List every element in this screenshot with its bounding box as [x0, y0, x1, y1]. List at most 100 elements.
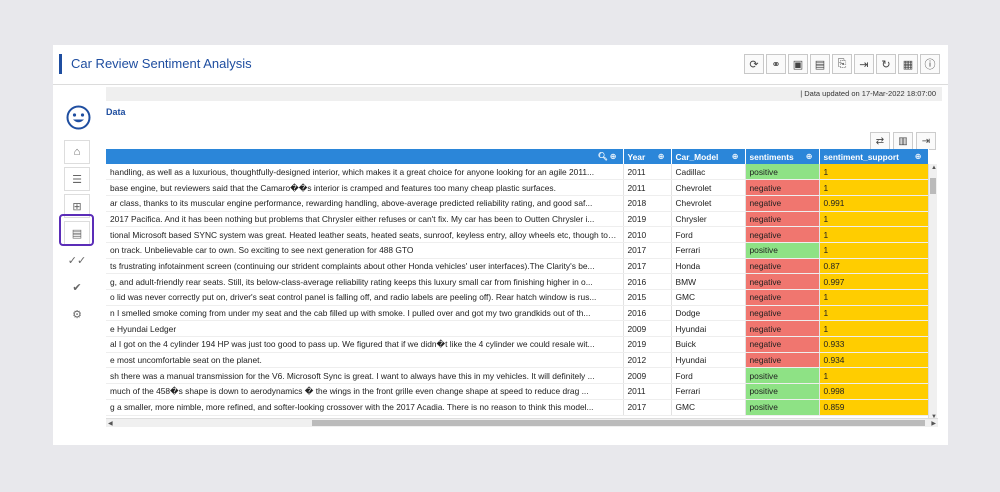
- car-model-cell: GMC: [671, 399, 746, 416]
- table-row[interactable]: much of the 458�s shape is down to aerod…: [106, 383, 929, 400]
- column-header-sentiment-support[interactable]: sentiment_support ⊕: [819, 149, 929, 164]
- data-updated-text: | Data updated on 17-Mar-2022 18:07:00: [800, 89, 936, 98]
- check-icon[interactable]: ✔: [64, 275, 90, 299]
- swap-icon[interactable]: ⇄: [870, 132, 890, 150]
- year-cell: 2017: [623, 242, 672, 259]
- table-row[interactable]: base engine, but reviewers said that the…: [106, 179, 929, 196]
- sentiment-support-cell: 1: [819, 242, 929, 259]
- table-toolbar: ⇄ ▥ ⇥: [870, 132, 936, 150]
- header-toolbar: ⟳ ⚭ ▣ ▤ ⎘ ⇥ ↻ ▦ ⓘ: [744, 54, 940, 74]
- section-title: Data: [106, 107, 126, 117]
- export-table-icon[interactable]: ⇥: [916, 132, 936, 150]
- status-bar: | Data updated on 17-Mar-2022 18:07:00: [106, 87, 942, 101]
- column-header-car-model[interactable]: Car_Model ⊕: [671, 149, 746, 164]
- column-header-year[interactable]: Year ⊕: [623, 149, 672, 164]
- save-as-icon[interactable]: ▤: [810, 54, 830, 74]
- sentiment-cell: positive: [745, 383, 820, 400]
- car-model-cell: Hyundai: [671, 352, 746, 369]
- columns-icon[interactable]: ▥: [893, 132, 913, 150]
- double-check-icon[interactable]: ✓✓: [64, 248, 90, 272]
- info-icon[interactable]: ⓘ: [920, 54, 940, 74]
- export-icon[interactable]: ⎘: [832, 54, 852, 74]
- sentiment-cell: negative: [745, 195, 820, 212]
- scroll-up-icon[interactable]: ▲: [931, 165, 937, 171]
- review-cell: e most uncomfortable seat on the planet.: [106, 352, 624, 369]
- review-cell: g a smaller, more nimble, more refined, …: [106, 399, 624, 416]
- sentiment-cell: negative: [745, 320, 820, 338]
- scroll-right-icon[interactable]: ▶: [931, 420, 936, 427]
- app-header: Car Review Sentiment Analysis ⟳ ⚭ ▣ ▤ ⎘ …: [53, 45, 948, 85]
- car-model-cell: Honda: [671, 258, 746, 275]
- table-row[interactable]: ar class, thanks to its muscular engine …: [106, 195, 929, 212]
- table-row[interactable]: tional Microsoft based SYNC system was g…: [106, 226, 929, 243]
- year-cell: 2016: [623, 305, 672, 322]
- car-model-cell: Chrysler: [671, 211, 746, 228]
- review-cell: on track. Unbelievable car to own. So ex…: [106, 242, 624, 259]
- table-row[interactable]: g a smaller, more nimble, more refined, …: [106, 399, 929, 416]
- sentiment-support-cell: 0.859: [819, 399, 929, 416]
- vertical-scrollbar[interactable]: ▲ ▼: [928, 164, 937, 421]
- link-icon[interactable]: ⚭: [766, 54, 786, 74]
- refresh-icon[interactable]: ⟳: [744, 54, 764, 74]
- table-row[interactable]: sh there was a manual transmission for t…: [106, 367, 929, 385]
- year-cell: 2017: [623, 258, 672, 275]
- year-cell: 2017: [623, 399, 672, 416]
- review-cell: tional Microsoft based SYNC system was g…: [106, 226, 624, 243]
- year-cell: 2011: [623, 179, 672, 196]
- grid-icon[interactable]: ▦: [898, 54, 918, 74]
- search-sort-icon[interactable]: ⊕: [658, 152, 667, 161]
- sentiment-support-cell: 1: [819, 226, 929, 243]
- search-sort-icon[interactable]: ⊕: [915, 152, 924, 161]
- year-cell: 2018: [623, 195, 672, 212]
- car-model-cell: Hyundai: [671, 320, 746, 338]
- sentiment-cell: negative: [745, 226, 820, 243]
- table-row[interactable]: e most uncomfortable seat on the planet.…: [106, 352, 929, 369]
- car-model-cell: GMC: [671, 289, 746, 306]
- scroll-left-icon[interactable]: ◀: [108, 420, 113, 427]
- search-sort-icon[interactable]: ⊕: [806, 152, 815, 161]
- review-cell: n I smelled smoke coming from under my s…: [106, 305, 624, 322]
- search-sort-icon[interactable]: ⊕: [732, 152, 741, 161]
- sentiment-cell: negative: [745, 289, 820, 306]
- review-cell: al I got on the 4 cylinder 194 HP was ju…: [106, 336, 624, 353]
- column-header-review[interactable]: 🔍︎⊕: [106, 149, 624, 164]
- home-icon[interactable]: ⌂: [64, 140, 90, 164]
- car-model-cell: Cadillac: [671, 164, 746, 181]
- horizontal-scroll-thumb[interactable]: [312, 420, 925, 426]
- vertical-scroll-thumb[interactable]: [930, 178, 936, 194]
- review-cell: 2017 Pacifica. And it has been nothing b…: [106, 211, 624, 228]
- horizontal-scrollbar[interactable]: ◀ ▶: [106, 418, 938, 427]
- review-cell: e Hyundai Ledger: [106, 320, 624, 338]
- list-icon[interactable]: ☰: [64, 167, 90, 191]
- table-row[interactable]: 2017 Pacifica. And it has been nothing b…: [106, 211, 929, 228]
- column-header-sentiments[interactable]: sentiments ⊕: [745, 149, 820, 164]
- search-sort-icon[interactable]: 🔍︎⊕: [598, 152, 619, 161]
- sentiment-support-cell: 1: [819, 289, 929, 306]
- sentiment-cell: negative: [745, 273, 820, 290]
- help-icon[interactable]: ↻: [876, 54, 896, 74]
- sentiment-support-cell: 0.933: [819, 336, 929, 353]
- table-row[interactable]: al I got on the 4 cylinder 194 HP was ju…: [106, 336, 929, 353]
- logout-icon[interactable]: ⇥: [854, 54, 874, 74]
- review-cell: handling, as well as a luxurious, though…: [106, 164, 624, 181]
- app-title: Car Review Sentiment Analysis: [71, 56, 252, 71]
- table-row[interactable]: o lid was never correctly put on, driver…: [106, 289, 929, 306]
- review-cell: o lid was never correctly put on, driver…: [106, 289, 624, 306]
- sentiment-support-cell: 1: [819, 305, 929, 322]
- gear-icon[interactable]: ⚙: [64, 302, 90, 326]
- sentiment-support-cell: 1: [819, 367, 929, 385]
- table-header-row: 🔍︎⊕ Year ⊕ Car_Model ⊕ sentiments ⊕ sentime…: [106, 149, 929, 164]
- year-cell: 2010: [623, 226, 672, 243]
- car-model-cell: Buick: [671, 336, 746, 353]
- year-cell: 2015: [623, 289, 672, 306]
- save-icon[interactable]: ▣: [788, 54, 808, 74]
- table-row[interactable]: g, and adult-friendly rear seats. Still,…: [106, 273, 929, 290]
- year-cell: 2019: [623, 336, 672, 353]
- table-row[interactable]: ts frustrating infotainment screen (cont…: [106, 258, 929, 275]
- table-row[interactable]: n I smelled smoke coming from under my s…: [106, 305, 929, 322]
- table-row[interactable]: handling, as well as a luxurious, though…: [106, 164, 929, 181]
- table-row[interactable]: on track. Unbelievable car to own. So ex…: [106, 242, 929, 259]
- sentiment-cell: negative: [745, 258, 820, 275]
- table-row[interactable]: e Hyundai Ledger 2009 Hyundai negative 1: [106, 320, 929, 338]
- review-cell: base engine, but reviewers said that the…: [106, 179, 624, 196]
